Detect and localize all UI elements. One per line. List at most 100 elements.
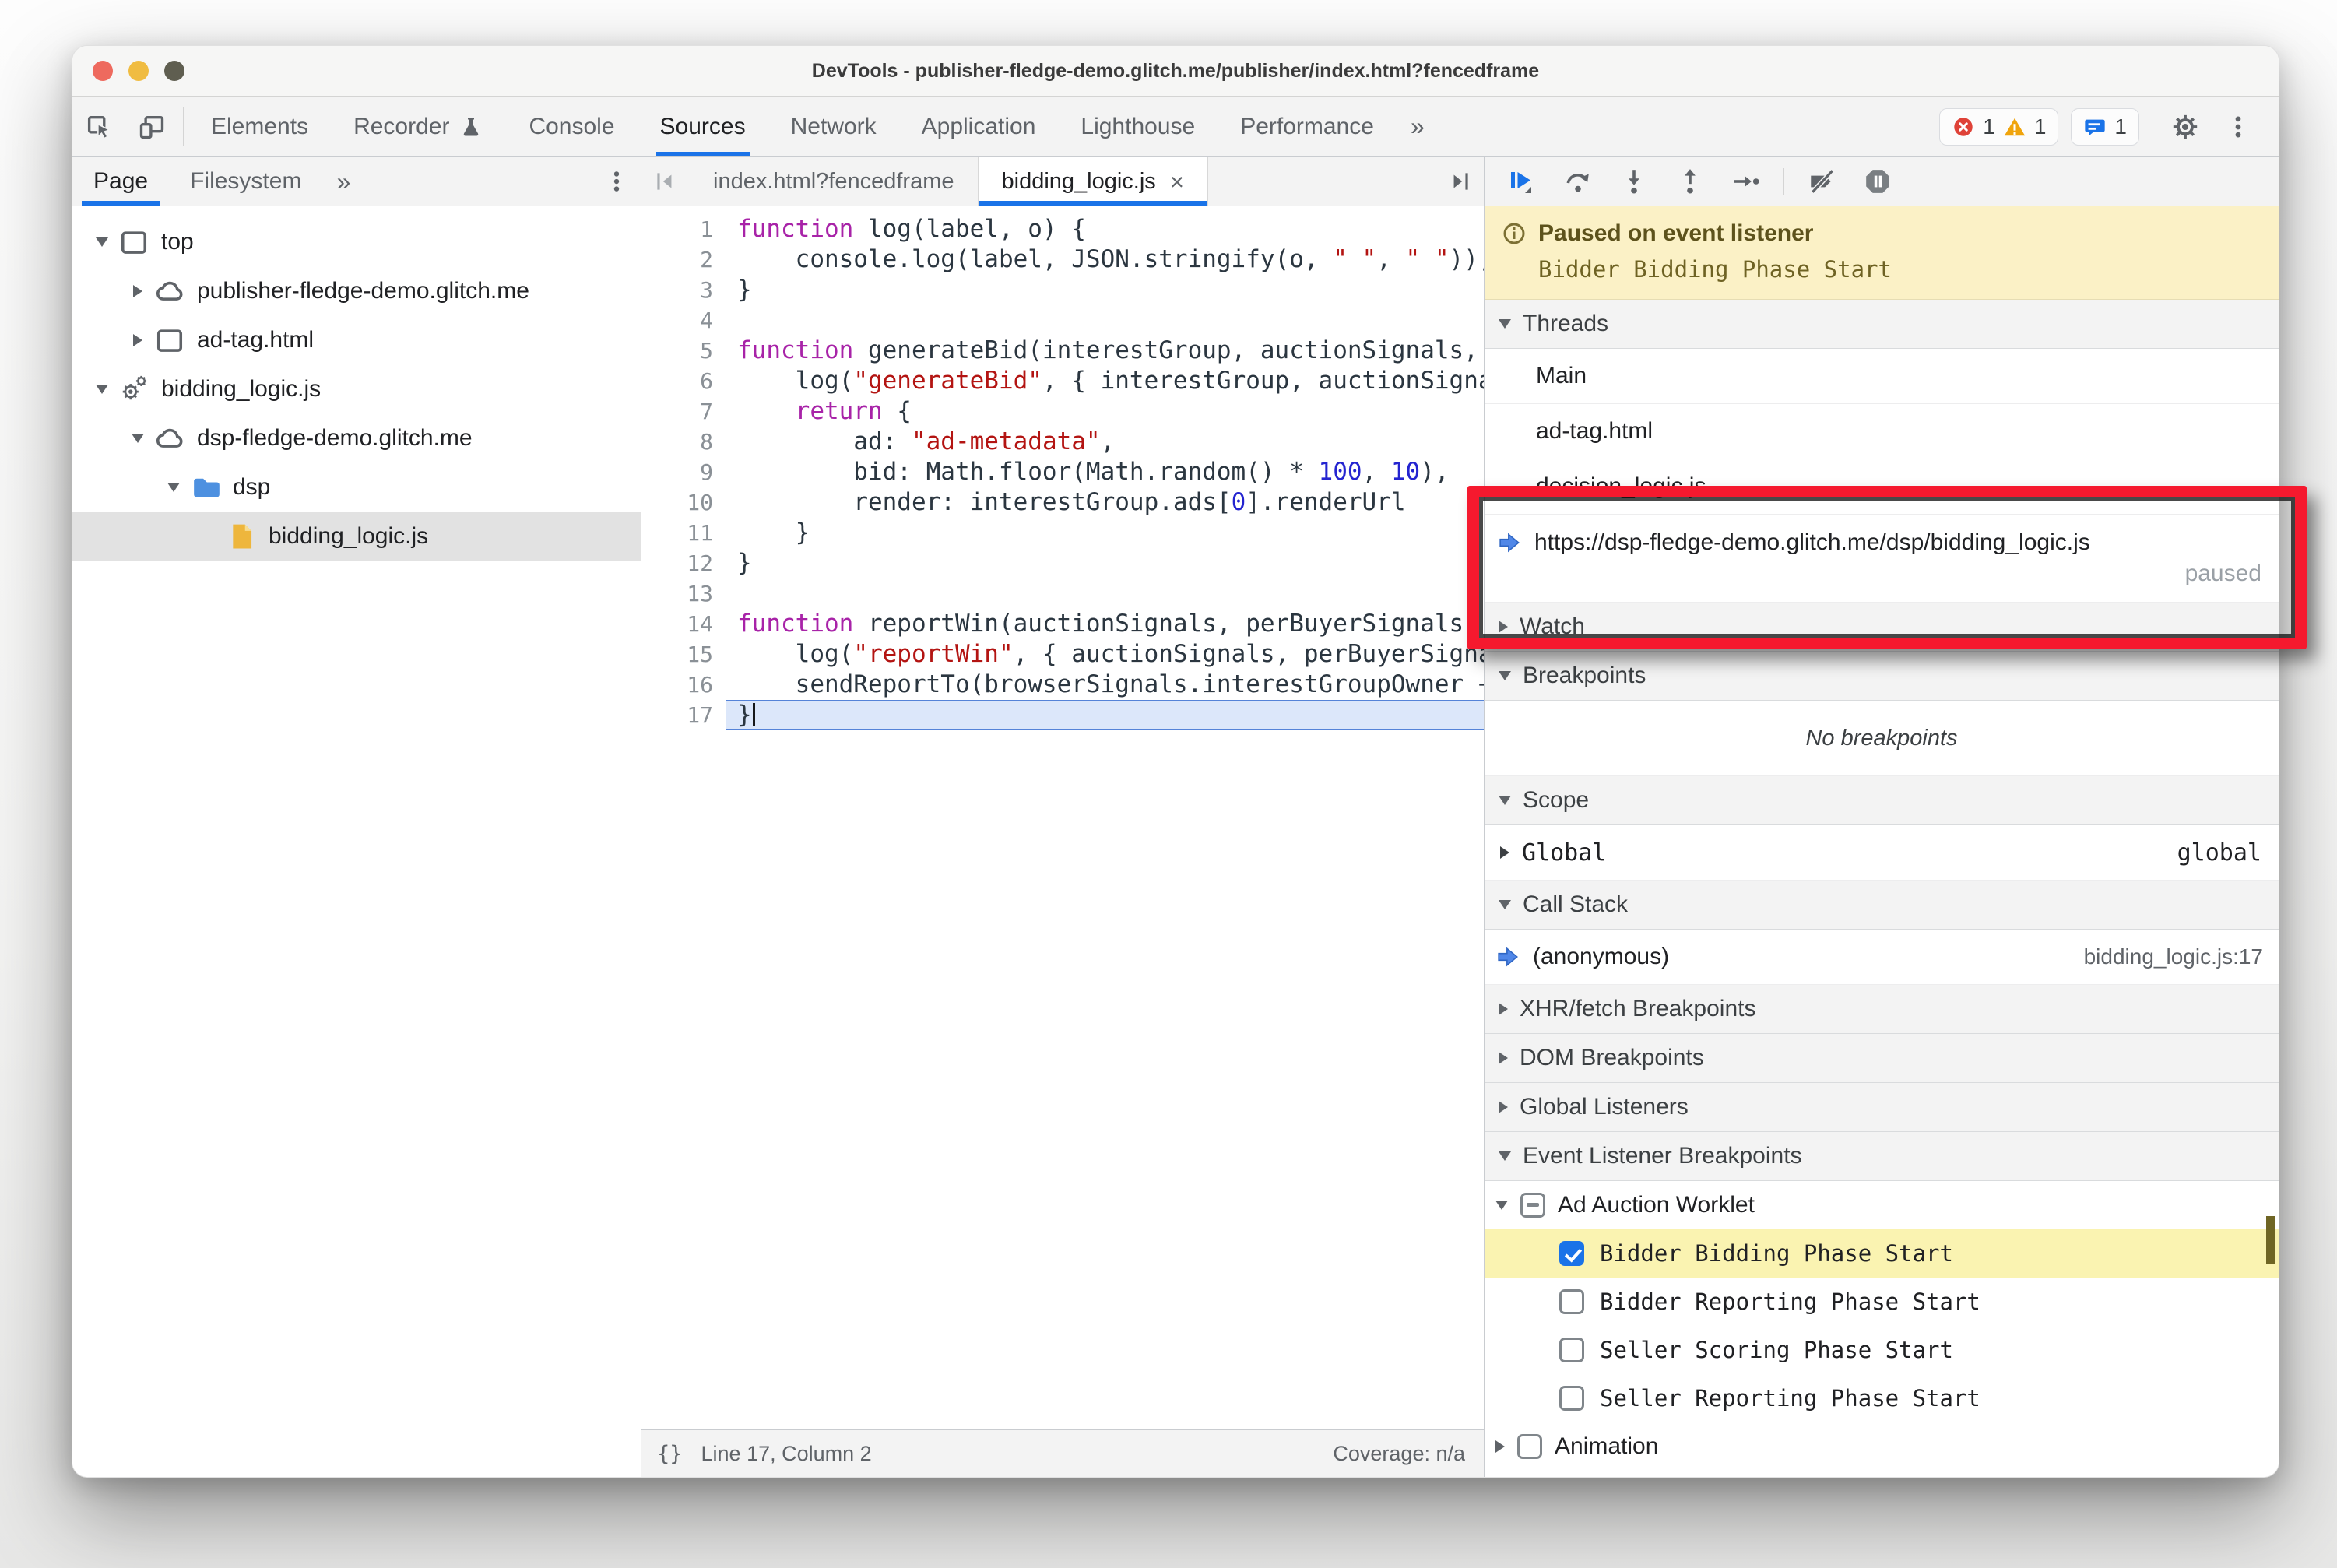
code-line-2[interactable]: 2 console.log(label, JSON.stringify(o, "… (641, 244, 1484, 275)
code-editor[interactable]: 1 function log(label, o) {2 console.log(l… (641, 206, 1484, 1429)
elb-group-ad-auction-worklet[interactable]: Ad Auction Worklet (1485, 1181, 2279, 1229)
checkbox[interactable] (1559, 1386, 1584, 1411)
elb-item-bidder-reporting-phase-start[interactable]: Bidder Reporting Phase Start (1485, 1278, 2279, 1326)
code-line-11[interactable]: 11 } (641, 518, 1484, 548)
scope-global-row[interactable]: Global global (1485, 825, 2279, 881)
minimize-window-button[interactable] (128, 61, 149, 81)
line-number[interactable]: 15 (641, 639, 726, 670)
code-line-9[interactable]: 9 bid: Math.floor(Math.random() * 100, 1… (641, 457, 1484, 487)
close-icon[interactable]: × (1170, 170, 1184, 194)
line-number[interactable]: 8 (641, 427, 726, 457)
thread-item[interactable]: Main (1485, 349, 2279, 404)
thread-item[interactable]: https://dsp-fledge-demo.glitch.me/dsp/bi… (1485, 515, 2279, 603)
tab-console[interactable]: Console (506, 97, 637, 156)
code-line-13[interactable]: 13 (641, 578, 1484, 609)
resume-script-icon[interactable] (1508, 167, 1536, 195)
inspect-element-icon[interactable] (72, 97, 125, 156)
tabs-scroll-left-icon[interactable] (641, 168, 690, 195)
call-stack-frame[interactable]: (anonymous) bidding_logic.js:17 (1485, 930, 2279, 985)
messages-badge[interactable]: 1 (2071, 107, 2139, 146)
checkbox[interactable] (1559, 1241, 1584, 1266)
tab-network[interactable]: Network (768, 97, 899, 156)
xhr-breakpoints-section-header[interactable]: XHR/fetch Breakpoints (1485, 985, 2279, 1034)
code-line-8[interactable]: 8 ad: "ad-metadata", (641, 427, 1484, 457)
line-number[interactable]: 6 (641, 366, 726, 396)
checkbox[interactable] (1517, 1434, 1542, 1459)
elb-item-bidder-bidding-phase-start[interactable]: Bidder Bidding Phase Start (1485, 1229, 2279, 1278)
deactivate-breakpoints-icon[interactable] (1808, 167, 1836, 195)
breakpoints-section-header[interactable]: Breakpoints (1485, 652, 2279, 701)
pretty-print-icon[interactable]: {} (657, 1442, 683, 1466)
elb-group-animation[interactable]: Animation (1485, 1422, 2279, 1471)
line-number[interactable]: 3 (641, 275, 726, 305)
code-line-7[interactable]: 7 return { (641, 396, 1484, 427)
threads-section-header[interactable]: Threads (1485, 300, 2279, 349)
line-number[interactable]: 11 (641, 518, 726, 548)
tree-item-top[interactable]: top (72, 217, 641, 266)
line-number[interactable]: 1 (641, 214, 726, 244)
editor-tab-bidding-logic-js[interactable]: bidding_logic.js × (978, 157, 1208, 206)
navigator-tab-filesystem[interactable]: Filesystem (169, 157, 322, 206)
navigator-kebab-icon[interactable] (603, 168, 630, 195)
code-line-17[interactable]: 17} (641, 700, 1484, 730)
issues-badge[interactable]: 1 1 (1939, 107, 2059, 146)
step-over-icon[interactable] (1564, 167, 1592, 195)
watch-section-header[interactable]: Watch (1485, 603, 2279, 652)
step-out-icon[interactable] (1676, 167, 1704, 195)
line-number[interactable]: 13 (641, 578, 726, 609)
step-icon[interactable] (1732, 167, 1760, 195)
pause-on-exceptions-icon[interactable] (1864, 167, 1892, 195)
line-number[interactable]: 14 (641, 609, 726, 639)
tree-item-publisher-fledge-demo-glitch-me[interactable]: publisher-fledge-demo.glitch.me (72, 266, 641, 315)
code-line-3[interactable]: 3} (641, 275, 1484, 305)
zoom-window-button[interactable] (164, 61, 184, 81)
tab-sources[interactable]: Sources (638, 97, 768, 156)
tabs-scroll-right-icon[interactable] (1436, 168, 1484, 195)
kebab-menu-icon[interactable] (2218, 113, 2258, 141)
elb-group-canvas[interactable]: Canvas (1485, 1471, 2279, 1477)
step-into-icon[interactable] (1620, 167, 1648, 195)
code-line-12[interactable]: 12} (641, 548, 1484, 578)
thread-item[interactable]: decision_logic.js (1485, 459, 2279, 515)
call-stack-section-header[interactable]: Call Stack (1485, 881, 2279, 930)
more-tabs-chevron[interactable]: » (1397, 97, 1439, 156)
tree-item-dsp-fledge-demo-glitch-me[interactable]: dsp-fledge-demo.glitch.me (72, 413, 641, 462)
line-number[interactable]: 7 (641, 396, 726, 427)
navigator-tab-page[interactable]: Page (72, 157, 169, 206)
device-toolbar-icon[interactable] (125, 97, 178, 156)
line-number[interactable]: 12 (641, 548, 726, 578)
settings-gear-icon[interactable] (2165, 113, 2205, 141)
tree-item-ad-tag-html[interactable]: ad-tag.html (72, 315, 641, 364)
scope-section-header[interactable]: Scope (1485, 776, 2279, 825)
tab-recorder[interactable]: Recorder (331, 97, 506, 156)
tab-application[interactable]: Application (899, 97, 1059, 156)
checkbox[interactable] (1559, 1338, 1584, 1362)
code-line-6[interactable]: 6 log("generateBid", { interestGroup, au… (641, 366, 1484, 396)
code-line-10[interactable]: 10 render: interestGroup.ads[0].renderUr… (641, 487, 1484, 518)
checkbox[interactable] (1520, 1193, 1545, 1218)
close-window-button[interactable] (93, 61, 113, 81)
code-line-5[interactable]: 5 function generateBid(interestGroup, auc… (641, 336, 1484, 366)
line-number[interactable]: 2 (641, 244, 726, 275)
editor-tab-index-html-fencedframe[interactable]: index.html?fencedframe (690, 157, 979, 206)
line-number[interactable]: 4 (641, 305, 726, 336)
checkbox[interactable] (1559, 1289, 1584, 1314)
line-number[interactable]: 5 (641, 336, 726, 366)
elb-item-seller-scoring-phase-start[interactable]: Seller Scoring Phase Start (1485, 1326, 2279, 1374)
global-listeners-section-header[interactable]: Global Listeners (1485, 1083, 2279, 1132)
line-number[interactable]: 16 (641, 670, 726, 700)
elb-item-seller-reporting-phase-start[interactable]: Seller Reporting Phase Start (1485, 1374, 2279, 1422)
tab-lighthouse[interactable]: Lighthouse (1058, 97, 1218, 156)
thread-item[interactable]: ad-tag.html (1485, 404, 2279, 459)
code-line-4[interactable]: 4 (641, 305, 1484, 336)
code-line-1[interactable]: 1 function log(label, o) { (641, 214, 1484, 244)
code-line-15[interactable]: 15 log("reportWin", { auctionSignals, pe… (641, 639, 1484, 670)
dom-breakpoints-section-header[interactable]: DOM Breakpoints (1485, 1034, 2279, 1083)
line-number[interactable]: 9 (641, 457, 726, 487)
navigator-more-tabs-chevron[interactable]: » (322, 167, 364, 196)
tab-performance[interactable]: Performance (1218, 97, 1397, 156)
code-line-14[interactable]: 14 function reportWin(auctionSignals, per… (641, 609, 1484, 639)
tree-item-bidding-logic-js[interactable]: bidding_logic.js (72, 512, 641, 561)
tree-item-bidding-logic-js[interactable]: bidding_logic.js (72, 364, 641, 413)
line-number[interactable]: 17 (641, 700, 726, 730)
